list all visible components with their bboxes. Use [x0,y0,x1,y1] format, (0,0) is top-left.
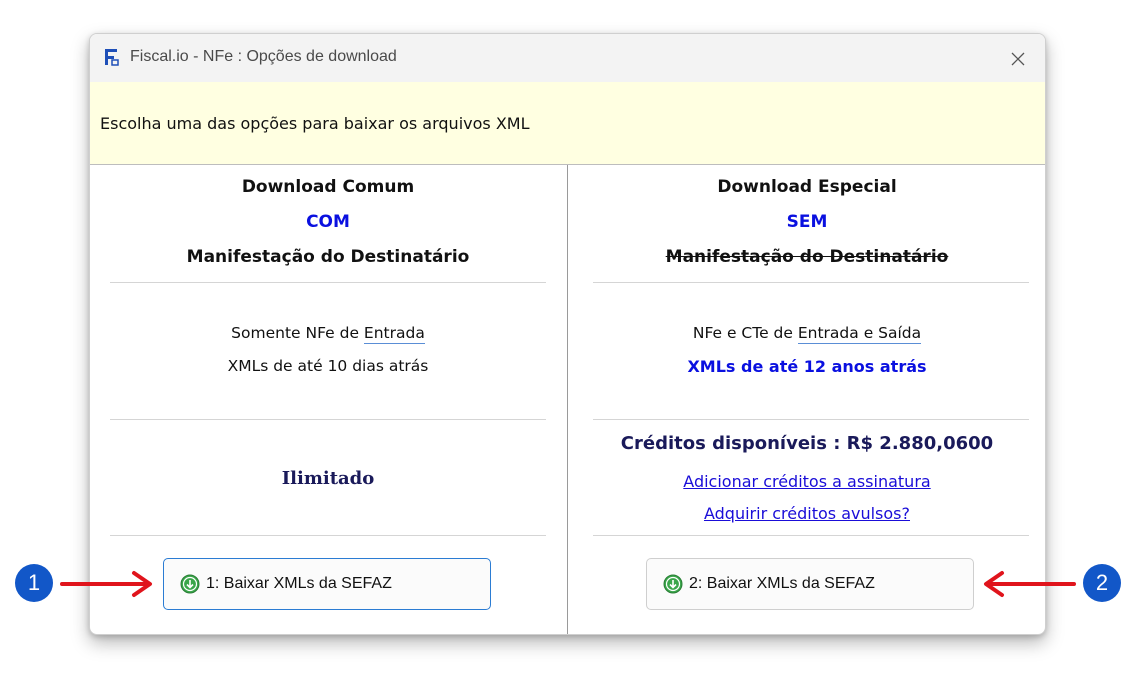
right-line2: XMLs de até 12 anos atrás [687,357,927,376]
left-mode: COM [306,212,350,232]
callout-badge-1: 1 [15,564,53,602]
arrow-right-icon [60,571,152,597]
left-heading: Download Comum [241,177,415,197]
download-circle-icon [663,574,683,594]
banner-text: Escolha uma das opções para baixar os ar… [100,114,530,133]
divider [110,419,546,420]
fiscal-app-icon [104,48,120,66]
divider [593,419,1029,420]
divider [593,282,1029,283]
download-comum-label: 1: Baixar XMLs da SEFAZ [206,575,392,592]
panel-download-comum: Download Comum COM Manifestação do Desti… [90,165,566,634]
instruction-banner: Escolha uma das opções para baixar os ar… [90,82,1045,165]
callout-badge-2: 2 [1083,564,1121,602]
left-line1-prefix: Somente NFe de [231,324,364,342]
left-manifest: Manifestação do Destinatário [186,247,470,267]
close-button[interactable] [1005,46,1031,72]
divider [593,535,1029,536]
options-dialog: Fiscal.io - NFe : Opções de download Esc… [89,33,1046,635]
right-manifest: Manifestação do Destinatário [665,247,949,267]
credits-available: Créditos disponíveis : R$ 2.880,0600 [620,433,994,454]
window-title: Fiscal.io - NFe : Opções de download [130,48,397,65]
right-line1: NFe e CTe de Entrada e Saída [568,324,1045,344]
download-circle-icon [180,574,200,594]
download-especial-button[interactable]: 2: Baixar XMLs da SEFAZ [646,558,974,610]
right-line1-link: Entrada e Saída [797,324,922,344]
buy-credits-link[interactable]: Adquirir créditos avulsos? [704,504,910,523]
divider [110,282,546,283]
panel-download-especial: Download Especial SEM Manifestação do De… [567,165,1045,634]
left-line1: Somente NFe de Entrada [90,324,566,344]
right-line1-prefix: NFe e CTe de [692,324,798,342]
title-bar: Fiscal.io - NFe : Opções de download [90,34,1045,83]
left-line1-link: Entrada [363,324,425,344]
right-heading: Download Especial [717,177,897,197]
download-comum-button[interactable]: 1: Baixar XMLs da SEFAZ [163,558,491,610]
left-line2: XMLs de até 10 dias atrás [227,357,429,375]
right-mode: SEM [786,212,828,232]
download-especial-label: 2: Baixar XMLs da SEFAZ [689,575,875,592]
left-quota: Ilimitado [281,468,375,489]
arrow-left-icon [984,571,1076,597]
close-icon [1011,52,1025,66]
add-credits-link[interactable]: Adicionar créditos a assinatura [683,472,930,491]
divider [110,535,546,536]
